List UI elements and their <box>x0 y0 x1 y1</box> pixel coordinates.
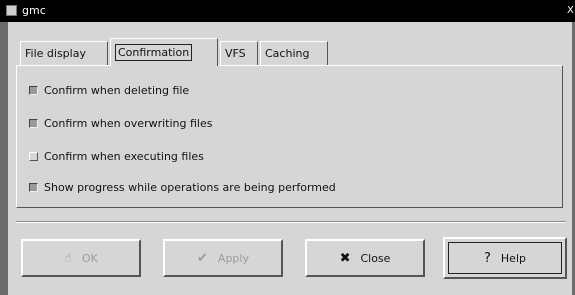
tab-confirmation[interactable]: Confirmation <box>110 38 218 66</box>
option-label: Confirm when overwriting files <box>44 116 213 130</box>
confirm-execute-option[interactable]: Confirm when executing files <box>29 148 204 164</box>
checkmark-icon: ✔ <box>197 250 208 266</box>
help-button[interactable]: ? Help <box>443 237 567 279</box>
ok-button[interactable]: ☝ OK <box>21 239 141 277</box>
separator <box>16 221 566 223</box>
window-border-left <box>0 22 8 295</box>
close-x-icon: ✖ <box>339 250 351 266</box>
window-close-icon[interactable]: X <box>567 4 575 18</box>
tab-file-display[interactable]: File display <box>20 41 108 65</box>
confirmation-page: Confirm when deleting file Confirm when … <box>16 65 563 208</box>
question-icon: ? <box>484 250 491 266</box>
show-progress-checkbox[interactable] <box>29 182 38 192</box>
tab-label: VFS <box>225 47 246 60</box>
confirm-execute-checkbox[interactable] <box>29 151 38 161</box>
window-title: gmc <box>22 4 46 17</box>
show-progress-option[interactable]: Show progress while operations are being… <box>29 179 336 195</box>
close-button[interactable]: ✖ Close <box>305 239 425 277</box>
title-bar[interactable]: gmc X <box>0 0 575 22</box>
tab-vfs[interactable]: VFS <box>220 41 258 65</box>
tab-caching[interactable]: Caching <box>260 41 328 65</box>
option-label: Show progress while operations are being… <box>44 180 336 194</box>
tab-label: File display <box>25 47 86 60</box>
confirm-overwrite-option[interactable]: Confirm when overwriting files <box>29 115 212 131</box>
tab-label: Caching <box>265 47 310 60</box>
button-label: Apply <box>217 251 249 265</box>
confirm-delete-option[interactable]: Confirm when deleting file <box>29 82 189 98</box>
confirm-delete-checkbox[interactable] <box>29 85 38 95</box>
button-label: Help <box>500 251 526 265</box>
apply-button[interactable]: ✔ Apply <box>163 239 283 277</box>
option-label: Confirm when deleting file <box>44 83 190 97</box>
button-label: Close <box>360 251 391 265</box>
button-label: OK <box>82 251 98 265</box>
tab-label: Confirmation <box>115 44 193 61</box>
confirm-overwrite-checkbox[interactable] <box>29 118 38 128</box>
option-label: Confirm when executing files <box>44 149 204 163</box>
ok-icon: ☝ <box>64 250 73 266</box>
window-menu-icon[interactable] <box>6 5 17 16</box>
